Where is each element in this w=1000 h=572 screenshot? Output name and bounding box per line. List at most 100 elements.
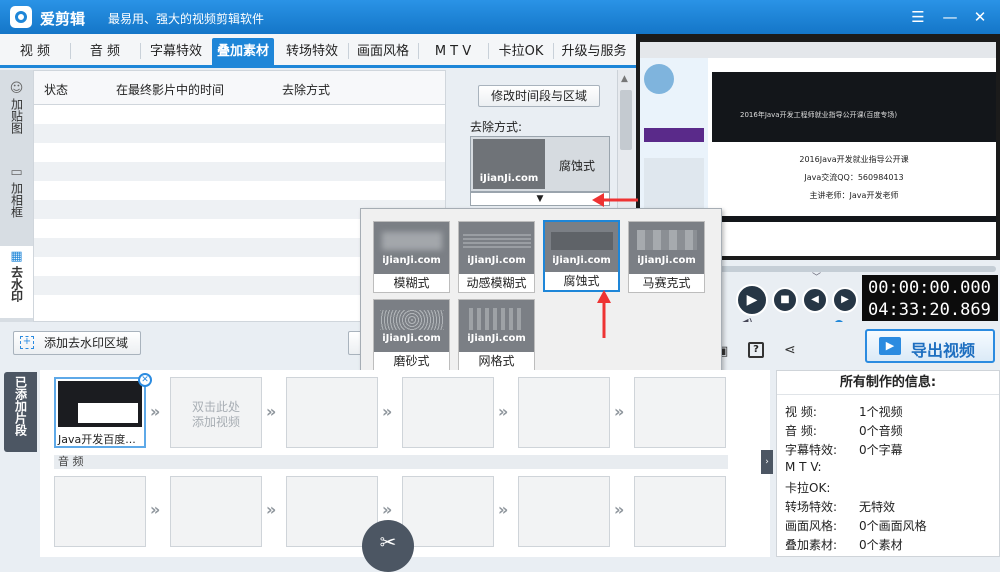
table-row[interactable]	[34, 181, 445, 200]
chevron-down-icon[interactable]: ﹀	[812, 270, 821, 283]
chevron-right-icon: »	[266, 500, 277, 519]
chevron-right-icon: »	[382, 402, 393, 421]
modify-time-region-button[interactable]: 修改时间段与区域	[478, 85, 600, 107]
export-icon: ▶	[879, 337, 901, 355]
method-option-label: 磨砂式	[374, 352, 449, 370]
audio-track-label: 音 频	[54, 455, 728, 469]
method-option-blur[interactable]: iJianJi.com 模糊式	[373, 221, 450, 293]
help-icon[interactable]: ?	[748, 342, 764, 358]
added-clips-tab[interactable]: 已添加片段	[4, 372, 37, 452]
production-info-panel: 所有制作的信息: 视 频: 1个视频 音 频: 0个音频 字幕特效: 0个字幕 M T…	[776, 370, 1000, 557]
empty-clip-slot[interactable]	[518, 377, 610, 448]
add-video-placeholder[interactable]: 双击此处 添加视频	[170, 377, 262, 448]
method-option-erode[interactable]: iJianJi.com 腐蚀式	[543, 220, 620, 292]
removal-method-label: 去除方式:	[470, 120, 523, 134]
info-row: 叠加素材: 0个素材	[785, 538, 903, 552]
remove-clip-icon[interactable]: ✕	[138, 373, 152, 387]
empty-clip-slot[interactable]	[402, 377, 494, 448]
main-tab-bar: 视 频 音 频 字幕特效 叠加素材 转场特效 画面风格 M T V 卡拉OK 升…	[0, 34, 636, 68]
tab-video[interactable]: 视 频	[4, 38, 66, 65]
export-video-label: 导出视频	[911, 341, 976, 360]
slide-line2: Java交流QQ：560984013	[804, 173, 904, 182]
frame-icon: ▭	[10, 165, 23, 180]
chevron-right-icon: »	[614, 500, 625, 519]
share-icon[interactable]: ⋖	[784, 342, 796, 358]
info-row: 转场特效: 无特效	[785, 500, 896, 514]
thumb-watermark-text: iJianJi.com	[479, 173, 539, 184]
slide: 2016年Java开发工程师就业指导公开课(百度专场) 2016Java开发就业…	[712, 72, 996, 222]
table-row[interactable]	[34, 124, 445, 143]
close-icon[interactable]: ✕	[970, 7, 990, 27]
table-row[interactable]	[34, 162, 445, 181]
chevron-right-icon: »	[150, 402, 161, 421]
table-row[interactable]	[34, 105, 445, 124]
export-video-button[interactable]: ▶ 导出视频	[865, 329, 995, 363]
app-logo-icon	[10, 6, 32, 28]
table-header: 状态 在最终影片中的时间 去除方式	[34, 71, 445, 105]
clip-timeline: Java开发百度... ✕ » 双击此处 添加视频 » » » » 音 频 » …	[40, 370, 770, 572]
col-status: 状态	[44, 83, 69, 97]
tab-subtitles[interactable]: 字幕特效	[144, 38, 208, 65]
tab-mtv[interactable]: M T V	[422, 38, 484, 65]
method-option-frosted[interactable]: iJianJi.com 磨砂式	[373, 299, 450, 371]
next-frame-icon[interactable]: ▶	[832, 287, 858, 313]
add-region-icon: +	[20, 336, 34, 349]
tab-upgrade[interactable]: 升级与服务	[556, 38, 632, 65]
minimize-icon[interactable]: —	[940, 7, 960, 27]
scissors-icon[interactable]: ✂	[362, 520, 414, 572]
method-option-label: 马赛克式	[629, 274, 704, 292]
clip-thumbnail[interactable]: Java开发百度... ✕	[54, 373, 152, 448]
audio-clip-slot[interactable]	[54, 476, 146, 547]
table-row[interactable]	[34, 143, 445, 162]
collapse-panel-icon[interactable]: ›	[761, 450, 773, 474]
chevron-right-icon: »	[498, 402, 509, 421]
dropdown-toggle[interactable]: ▼	[470, 192, 610, 206]
scroll-thumb[interactable]	[620, 90, 632, 150]
smiley-icon: ☺	[9, 81, 24, 96]
slide-title: 2016年Java开发工程师就业指导公开课(百度专场)	[740, 111, 898, 119]
info-title: 所有制作的信息:	[777, 371, 999, 395]
prev-frame-icon[interactable]: ◀	[802, 287, 828, 313]
slide-line1: 2016Java开发就业指导公开课	[799, 155, 909, 164]
option-watermark: iJianJi.com	[382, 333, 441, 344]
info-row: 画面风格: 0个画面风格	[785, 519, 927, 533]
current-method-box[interactable]: iJianJi.com 腐蚀式	[470, 136, 610, 192]
scroll-up-icon[interactable]: ▲	[621, 74, 628, 84]
tab-style[interactable]: 画面风格	[352, 38, 414, 65]
side-tab-frame-label: 加相框	[9, 182, 24, 218]
method-option-grid[interactable]: iJianJi.com 网格式	[458, 299, 535, 371]
play-icon[interactable]: ▶	[736, 284, 768, 316]
tab-transitions[interactable]: 转场特效	[280, 38, 344, 65]
audio-clip-slot[interactable]	[634, 476, 726, 547]
side-tab-remove-watermark[interactable]: ▦ 去水印	[0, 246, 33, 318]
time-display: 00:00:00.000 04:33:20.869	[862, 275, 998, 321]
method-option-mosaic[interactable]: iJianJi.com 马赛克式	[628, 221, 705, 293]
audio-clip-slot[interactable]	[170, 476, 262, 547]
clip-name: Java开发百度...	[58, 433, 136, 446]
info-row: M T V:	[785, 460, 822, 474]
empty-clip-slot[interactable]	[286, 377, 378, 448]
method-option-motion-blur[interactable]: iJianJi.com 动感模糊式	[458, 221, 535, 293]
side-tab-frame[interactable]: ▭ 加相框	[0, 166, 33, 228]
option-watermark: iJianJi.com	[382, 255, 441, 266]
app-slogan: 最易用、强大的视频剪辑软件	[108, 12, 265, 26]
add-watermark-region-button[interactable]: + 添加去水印区域	[13, 331, 141, 355]
annotation-arrow-icon	[592, 193, 638, 207]
info-row: 卡拉OK:	[785, 481, 831, 495]
tab-audio[interactable]: 音 频	[74, 38, 136, 65]
audio-clip-slot[interactable]	[518, 476, 610, 547]
tab-karaoke[interactable]: 卡拉OK	[492, 38, 550, 65]
option-watermark: iJianJi.com	[552, 255, 611, 266]
menu-icon[interactable]: ☰	[908, 7, 928, 27]
chevron-right-icon: »	[150, 500, 161, 519]
empty-clip-slot[interactable]	[634, 377, 726, 448]
stop-icon[interactable]: ■	[772, 287, 798, 313]
tab-overlay[interactable]: 叠加素材	[212, 38, 274, 65]
side-tab-sticker[interactable]: ☺ 加贴图	[0, 82, 33, 142]
added-clips-label: 已添加片段	[13, 376, 28, 436]
app-name: 爱剪辑	[40, 10, 86, 28]
audio-clip-slot[interactable]	[402, 476, 494, 547]
current-method-thumbnail: iJianJi.com	[473, 139, 545, 189]
current-time: 00:00:00.000	[868, 278, 991, 298]
side-tab-sticker-label: 加贴图	[9, 98, 24, 134]
